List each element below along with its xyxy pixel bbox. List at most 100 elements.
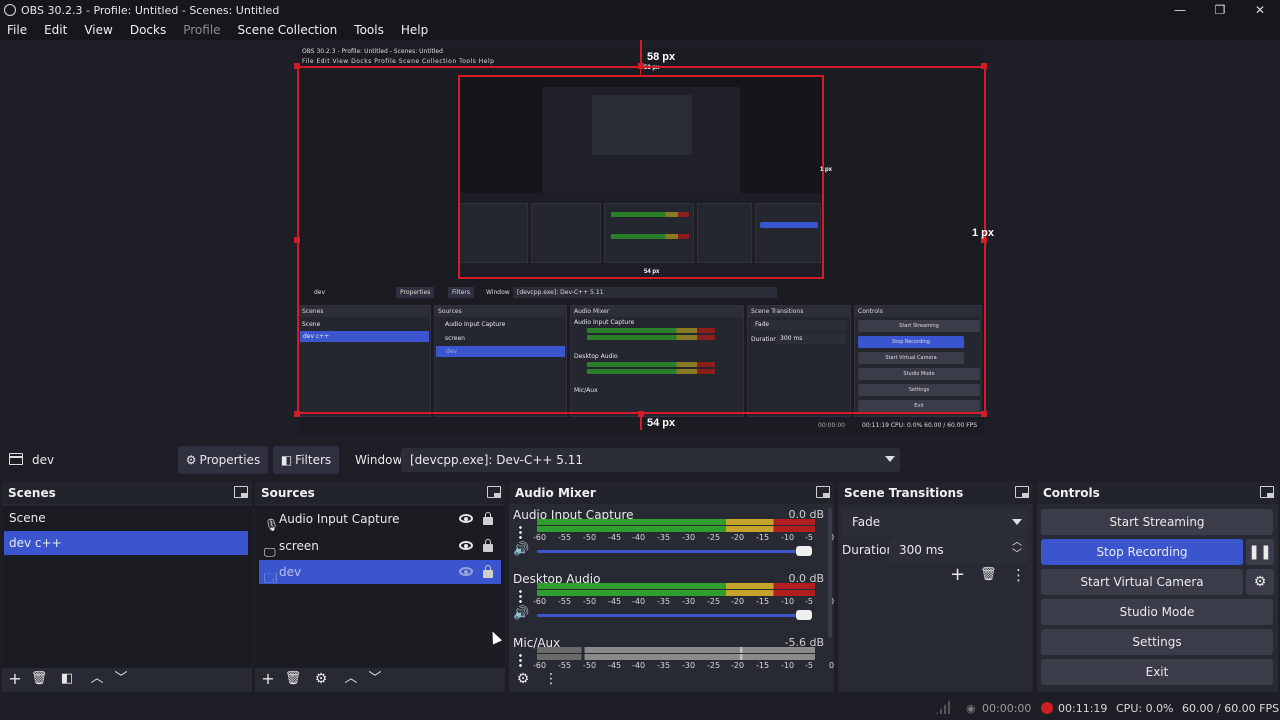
start-streaming-button[interactable]: Start Streaming <box>1041 509 1273 535</box>
tick-label: -10 <box>781 597 795 606</box>
tick-label: -5 <box>805 597 813 606</box>
resize-handle-bl[interactable] <box>294 411 300 417</box>
source-label: Audio Input Capture <box>279 512 400 526</box>
duration-spinbox[interactable]: 300 ms ︿ ﹀ <box>889 537 1028 563</box>
menu-tools[interactable]: Tools <box>350 23 388 37</box>
add-icon[interactable]: + <box>950 564 965 585</box>
arrow-up-icon[interactable]: ︿ <box>87 670 107 688</box>
tick-label: -25 <box>707 533 721 542</box>
speaker-icon[interactable]: 🔊 <box>513 542 529 557</box>
resize-handle-l[interactable] <box>294 237 300 243</box>
transition-select[interactable]: Fade <box>842 509 1028 535</box>
trash-icon[interactable]: 🗑 <box>980 567 997 582</box>
resize-handle-br[interactable] <box>981 411 987 417</box>
volume-slider-handle[interactable] <box>796 546 812 556</box>
start-virtual-camera-button[interactable]: Start Virtual Camera <box>1041 569 1243 595</box>
resize-handle-tl[interactable] <box>294 63 300 69</box>
source-label: screen <box>279 539 319 553</box>
sources-header: Sources <box>255 482 505 504</box>
arrow-up-icon[interactable]: ︿ <box>341 670 361 688</box>
tick-label: -55 <box>558 533 572 542</box>
resize-handle-tr[interactable] <box>981 63 987 69</box>
chevron-down-icon <box>1012 519 1022 525</box>
window-select[interactable]: [devcpp.exe]: Dev-C++ 5.11 <box>401 448 900 472</box>
exit-button[interactable]: Exit <box>1041 659 1273 685</box>
stop-recording-button[interactable]: Stop Recording <box>1041 539 1243 565</box>
undock-icon[interactable] <box>487 486 501 498</box>
undock-icon[interactable] <box>1015 486 1029 498</box>
lock-icon[interactable] <box>483 565 493 578</box>
volume-meter <box>537 583 815 596</box>
menu-file[interactable]: File <box>3 23 31 37</box>
sources-list: 🎙 Audio Input Capture 🖵 screen 🗔 dev <box>255 506 505 692</box>
kebab-menu-icon[interactable]: ⋮ <box>1011 566 1026 584</box>
gears-icon[interactable]: ⚙ <box>513 670 533 688</box>
undock-icon[interactable] <box>1260 486 1274 498</box>
obs-logo-icon <box>4 4 16 16</box>
undock-icon[interactable] <box>816 486 830 498</box>
menu-profile[interactable]: Profile <box>179 23 224 37</box>
eye-icon[interactable] <box>459 514 473 523</box>
lock-icon[interactable] <box>483 539 493 552</box>
scene-item-selected[interactable]: dev c++ <box>4 531 248 555</box>
properties-button[interactable]: ⚙ Properties <box>178 446 268 474</box>
tick-label: -40 <box>632 533 646 542</box>
controls-dock: Controls Start Streaming Stop Recording … <box>1037 482 1278 692</box>
close-button[interactable]: ✕ <box>1240 0 1280 20</box>
add-icon[interactable]: + <box>258 670 278 688</box>
studio-mode-button[interactable]: Studio Mode <box>1041 599 1273 625</box>
resize-handle-b[interactable] <box>638 411 644 417</box>
kebab-menu-icon[interactable]: ⋮ <box>541 670 561 688</box>
resize-handle-t[interactable] <box>638 63 644 69</box>
volume-slider[interactable] <box>537 550 811 553</box>
preview-area[interactable]: OBS 30.2.3 - Profile: Untitled - Scenes:… <box>0 40 1280 438</box>
nested-title: OBS 30.2.3 - Profile: Untitled - Scenes:… <box>302 48 443 55</box>
tick-label: -60 <box>533 533 547 542</box>
filter-icon[interactable]: ◧ <box>57 670 77 688</box>
trash-icon[interactable]: 🗑 <box>283 670 303 688</box>
source-item[interactable]: 🖵 screen <box>259 534 501 559</box>
record-time: 00:11:19 <box>1058 702 1108 715</box>
source-item-selected[interactable]: 🗔 dev <box>259 560 501 585</box>
filters-button[interactable]: ◧ Filters <box>273 446 339 474</box>
audio-channel: Desktop Audio 0.0 dB -60 -55 -50 -45 -40 -35-… <box>509 572 834 636</box>
scene-item[interactable]: Scene <box>4 506 248 530</box>
stream-icon: ◉ <box>966 702 976 715</box>
kebab-menu-icon[interactable] <box>519 589 522 603</box>
pause-icon[interactable]: ❚❚ <box>1246 539 1274 565</box>
arrow-down-icon[interactable]: ﹀ <box>365 670 385 688</box>
eye-slash-icon[interactable] <box>459 567 473 576</box>
undock-icon[interactable] <box>234 486 248 498</box>
selection-box[interactable] <box>297 66 986 414</box>
volume-slider-handle[interactable] <box>796 610 812 620</box>
tick-label: -35 <box>657 597 671 606</box>
tick-label: -20 <box>731 597 745 606</box>
source-item[interactable]: 🎙 Audio Input Capture <box>259 507 501 532</box>
kebab-menu-icon[interactable] <box>519 653 522 667</box>
menu-edit[interactable]: Edit <box>40 23 71 37</box>
volume-slider[interactable] <box>537 614 811 617</box>
maximize-button[interactable]: ❐ <box>1200 0 1240 20</box>
menu-docks[interactable]: Docks <box>126 23 170 37</box>
add-icon[interactable]: + <box>5 670 25 688</box>
eye-icon[interactable] <box>459 541 473 550</box>
settings-button[interactable]: Settings <box>1041 629 1273 655</box>
kebab-menu-icon[interactable] <box>519 525 522 539</box>
duration-value: 300 ms <box>899 543 944 557</box>
meter-bar-right <box>537 654 815 660</box>
chevron-down-icon[interactable]: ﹀ <box>1012 542 1022 568</box>
gear-icon[interactable]: ⚙ <box>311 670 331 688</box>
sources-footer: + 🗑 ⚙ ︿ ﹀ <box>255 668 505 692</box>
transition-value: Fade <box>852 515 881 529</box>
arrow-down-icon[interactable]: ﹀ <box>111 670 131 688</box>
menu-help[interactable]: Help <box>397 23 432 37</box>
trash-icon[interactable]: 🗑 <box>29 670 49 688</box>
speaker-icon[interactable]: 🔊 <box>513 606 529 621</box>
gear-icon[interactable]: ⚙ <box>1246 569 1274 595</box>
minimize-button[interactable]: — <box>1160 0 1200 20</box>
audio-channel: Audio Input Capture 0.0 dB -60 -55 -50 -45-… <box>509 508 834 572</box>
menu-scene-collection[interactable]: Scene Collection <box>234 23 342 37</box>
menu-view[interactable]: View <box>80 23 116 37</box>
mixer-scrollbar[interactable] <box>828 508 832 638</box>
lock-icon[interactable] <box>483 512 493 525</box>
